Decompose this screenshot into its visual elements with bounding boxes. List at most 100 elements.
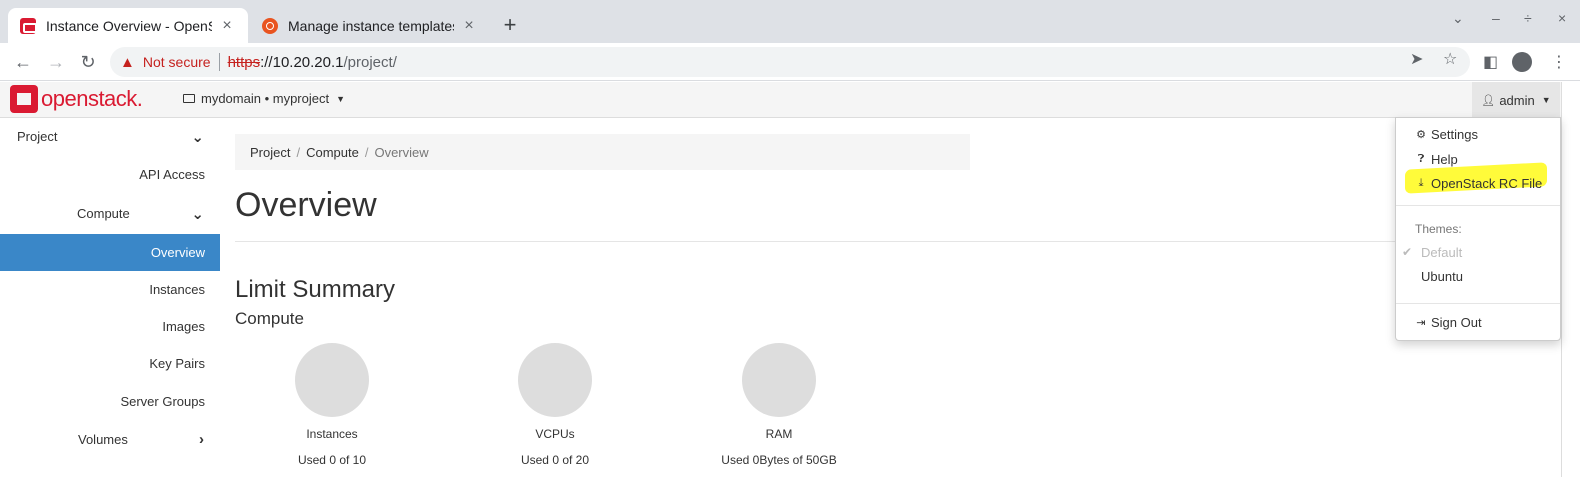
breadcrumb-separator: / [296, 144, 301, 160]
forward-arrow-icon[interactable]: → [45, 51, 67, 73]
user-menu-label: admin [1499, 92, 1535, 108]
page-scrollbar[interactable] [1561, 82, 1580, 477]
user-menu-button[interactable]: 👤︎ admin ▼ [1472, 82, 1560, 118]
menu-item-label: OpenStack RC File [1431, 176, 1543, 191]
menu-item-theme-ubuntu[interactable]: Ubuntu [1421, 269, 1463, 284]
title-divider [235, 241, 1395, 242]
breadcrumb-separator: / [364, 144, 369, 160]
limit-label: VCPUs [535, 427, 575, 441]
reload-icon[interactable]: ↻ [77, 51, 99, 73]
sidebar-item-label: Project [17, 129, 58, 144]
breadcrumb-overview: Overview [374, 144, 429, 160]
browser-tab-strip: Instance Overview - OpenStack Dashboard … [0, 0, 1580, 43]
tab-search-chevron-icon[interactable]: ⌄ [1452, 10, 1464, 27]
page-title: Overview [235, 186, 377, 224]
menu-divider [1396, 205, 1560, 206]
sidebar-item-label: API Access [139, 167, 205, 182]
usage-pie-chart [742, 343, 816, 417]
menu-item-label: Settings [1431, 127, 1478, 142]
profile-avatar-icon[interactable] [1512, 52, 1532, 72]
chevron-down-icon: ⌄ [191, 205, 204, 223]
openstack-logo[interactable]: openstack. [10, 85, 143, 113]
ubuntu-favicon-icon [262, 17, 278, 34]
new-tab-button[interactable]: + [496, 12, 524, 38]
breadcrumb-compute[interactable]: Compute [306, 145, 359, 160]
project-selector-label: mydomain • myproject [201, 91, 330, 106]
limit-chart-vcpus: VCPUs Used 0 of 20 [463, 343, 647, 467]
limit-chart-instances: Instances Used 0 of 10 [240, 343, 424, 467]
brand-name: openstack. [41, 86, 143, 111]
menu-item-openstack-rc-file[interactable]: ⤓ OpenStack RC File [1415, 176, 1543, 191]
gear-icon: ⚙ [1416, 129, 1426, 141]
maximize-icon[interactable]: ÷ [1524, 10, 1532, 26]
browser-tab-active[interactable]: Instance Overview - OpenStack Dashboard … [8, 8, 248, 43]
tab-title: Instance Overview - OpenStack Dashboard [46, 17, 212, 34]
compute-heading: Compute [235, 309, 304, 328]
browser-menu-icon[interactable]: ⋮ [1551, 52, 1567, 72]
caret-down-icon: ▼ [1541, 95, 1551, 105]
project-selector[interactable]: mydomain • myproject ▼ [183, 91, 345, 106]
bookmark-star-icon[interactable]: ☆ [1443, 49, 1457, 69]
sidebar: Project ⌄ API Access Compute ⌄ Overview … [0, 118, 222, 477]
sidebar-item-compute[interactable]: Compute ⌄ [0, 195, 220, 232]
chevron-down-icon: ⌄ [191, 128, 204, 146]
tab-close-icon[interactable]: × [218, 17, 236, 35]
caret-down-icon: ▼ [336, 93, 346, 104]
sidebar-item-key-pairs[interactable]: Key Pairs [0, 345, 220, 382]
limit-label: Instances [306, 427, 358, 441]
limit-usage: Used 0 of 10 [297, 453, 367, 467]
user-icon: 👤︎ [1481, 94, 1496, 107]
browser-tab-inactive[interactable]: Manage instance templates × [250, 8, 490, 43]
breadcrumb-project[interactable]: Project [250, 145, 290, 160]
minimize-icon[interactable]: – [1492, 10, 1500, 26]
menu-item-theme-default[interactable]: Default [1421, 245, 1462, 260]
themes-heading: Themes: [1415, 222, 1462, 236]
question-circle-icon: ❓︎ [1417, 153, 1425, 165]
menu-divider [1396, 303, 1560, 304]
limit-chart-ram: RAM Used 0Bytes of 50GB [687, 343, 871, 467]
tab-close-icon[interactable]: × [460, 17, 478, 35]
limit-usage: Used 0 of 20 [520, 453, 590, 467]
menu-item-help[interactable]: ❓︎ Help [1415, 152, 1458, 167]
sidebar-item-label: Overview [150, 245, 205, 260]
warning-triangle-icon: ▲ [120, 53, 135, 71]
side-panel-icon[interactable]: ◧ [1483, 52, 1498, 72]
window-close-icon[interactable]: × [1558, 10, 1566, 26]
sidebar-item-instances[interactable]: Instances [0, 271, 220, 308]
sidebar-item-server-groups[interactable]: Server Groups [0, 383, 220, 420]
server-icon [183, 94, 195, 103]
sidebar-item-label: Volumes [78, 432, 128, 447]
sidebar-item-label: Server Groups [120, 394, 205, 409]
limit-summary-heading: Limit Summary [235, 276, 396, 303]
sidebar-item-overview[interactable]: Overview [0, 234, 220, 271]
send-icon[interactable]: ➤ [1410, 49, 1423, 69]
limit-usage: Used 0Bytes of 50GB [721, 453, 837, 467]
sidebar-item-label: Compute [77, 206, 130, 221]
browser-toolbar: ← → ↻ ▲ Not secure https://10.20.20.1/pr… [0, 43, 1580, 81]
url-host: ://10.20.20.1 [260, 53, 344, 71]
divider [218, 53, 220, 71]
sidebar-item-label: Images [162, 319, 205, 334]
url-scheme: https [227, 53, 261, 71]
url-path: /project/ [343, 53, 397, 71]
security-status[interactable]: Not secure [143, 54, 211, 70]
sidebar-item-project[interactable]: Project ⌄ [0, 118, 220, 155]
limit-label: RAM [765, 427, 793, 441]
download-icon: ⤓ [1418, 177, 1424, 189]
chevron-right-icon: › [199, 431, 204, 448]
openstack-favicon-icon [20, 17, 37, 34]
sidebar-item-volumes[interactable]: Volumes › [0, 421, 220, 458]
usage-pie-chart [518, 343, 592, 417]
menu-item-sign-out[interactable]: ⇥ Sign Out [1415, 315, 1482, 330]
menu-item-label: Sign Out [1431, 315, 1482, 330]
sidebar-item-images[interactable]: Images [0, 308, 220, 345]
back-arrow-icon[interactable]: ← [12, 51, 34, 73]
address-bar[interactable]: ▲ Not secure https://10.20.20.1/project/ [110, 47, 1470, 77]
sidebar-item-label: Key Pairs [149, 356, 205, 371]
menu-item-label: Help [1431, 152, 1458, 167]
menu-item-settings[interactable]: ⚙ Settings [1415, 127, 1478, 142]
sidebar-item-label: Instances [149, 282, 205, 297]
sidebar-item-api-access[interactable]: API Access [0, 156, 220, 193]
breadcrumb: Project / Compute / Overview [235, 134, 970, 170]
checkmark-icon: ✔ [1402, 245, 1413, 259]
